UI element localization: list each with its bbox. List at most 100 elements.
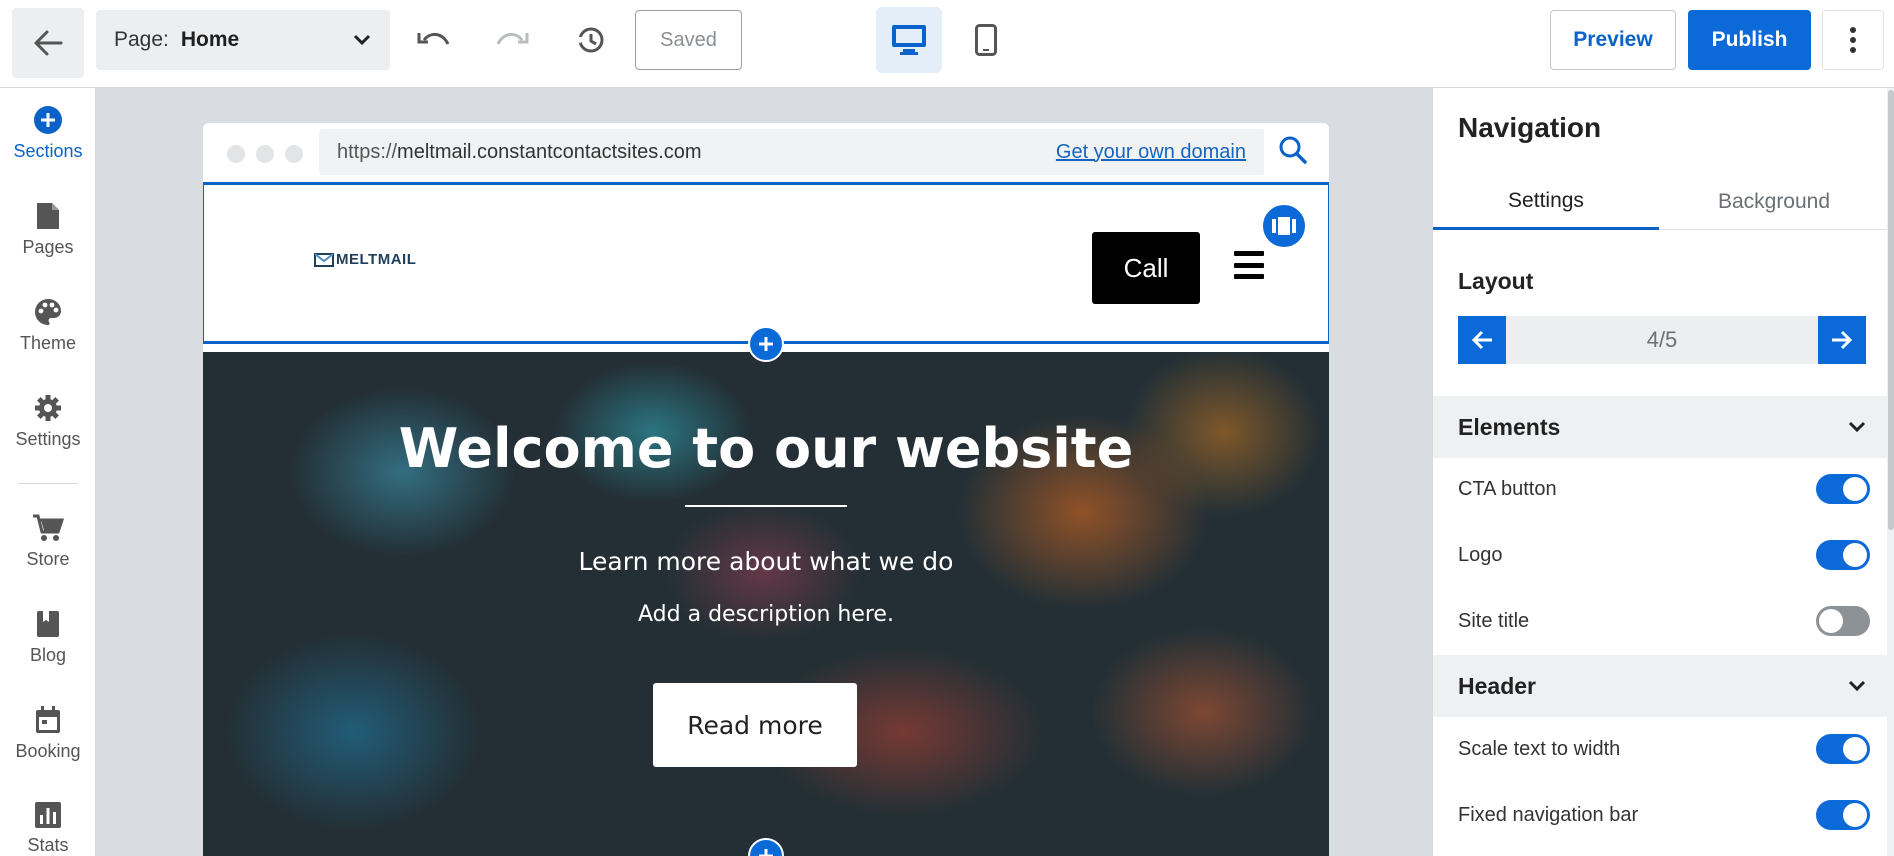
elements-title: Elements	[1458, 413, 1561, 440]
sidebar-item-label: Booking	[15, 741, 81, 761]
chevron-down-icon	[353, 34, 371, 46]
palette-icon	[35, 299, 61, 325]
header-title: Header	[1458, 672, 1536, 699]
more-vertical-icon	[1850, 27, 1856, 53]
publish-button[interactable]: Publish	[1688, 10, 1811, 70]
tab-background[interactable]: Background	[1661, 174, 1887, 230]
toggle-label: Fixed navigation bar	[1458, 803, 1639, 826]
layout-next-button[interactable]	[1818, 316, 1866, 364]
sidebar-item-label: Theme	[19, 333, 77, 353]
url-domain: meltmail.constantcontactsites.com	[397, 140, 702, 163]
panel-scrollbar[interactable]	[1887, 88, 1894, 856]
book-icon	[37, 611, 59, 637]
sidebar-item-theme[interactable]: Theme	[0, 297, 96, 354]
tab-settings[interactable]: Settings	[1433, 174, 1659, 230]
sidebar-item-pages[interactable]: Pages	[0, 201, 96, 258]
more-options-button[interactable]	[1822, 10, 1884, 70]
page-select-value: Home	[180, 28, 240, 51]
read-more-button[interactable]: Read more	[653, 683, 857, 767]
sidebar-item-booking[interactable]: Booking	[0, 705, 96, 762]
fixed-nav-toggle[interactable]	[1816, 800, 1870, 830]
undo-button[interactable]	[406, 14, 462, 66]
left-sidebar: Sections Pages Theme Settings Store Blog…	[0, 88, 96, 856]
back-button[interactable]	[12, 8, 84, 78]
desktop-icon	[892, 25, 926, 55]
sidebar-item-label: Pages	[22, 237, 74, 257]
toggle-row-scale-text: Scale text to width	[1458, 729, 1870, 769]
cta-button-toggle[interactable]	[1816, 474, 1870, 504]
elements-accordion[interactable]: Elements	[1433, 396, 1891, 458]
carousel-icon	[1272, 217, 1296, 235]
hero-divider	[685, 505, 847, 507]
browser-chrome: https:// meltmail.constantcontactsites.c…	[203, 123, 1329, 182]
sidebar-item-store[interactable]: Store	[0, 513, 96, 570]
sidebar-item-label: Sections	[13, 141, 83, 161]
layout-swap-button[interactable]	[1260, 202, 1308, 250]
undo-icon	[417, 33, 450, 45]
hero-description: Add a description here.	[638, 602, 894, 627]
panel-tabs: Settings Background	[1433, 174, 1891, 230]
redo-button[interactable]	[484, 14, 540, 66]
toggle-row-cta-button: CTA button	[1458, 469, 1870, 509]
scale-text-toggle[interactable]	[1816, 734, 1870, 764]
zoom-button[interactable]	[1278, 135, 1308, 170]
plus-circle-icon	[34, 106, 62, 134]
navigation-section[interactable]: MELTMAIL Call	[203, 182, 1329, 344]
call-button[interactable]: Call	[1092, 232, 1200, 304]
toggle-label: Site title	[1458, 609, 1530, 632]
bar-chart-icon	[35, 802, 61, 828]
window-dot	[227, 145, 245, 163]
window-dot	[285, 145, 303, 163]
header-accordion[interactable]: Header	[1433, 655, 1891, 717]
toggle-row-logo: Logo	[1458, 535, 1870, 575]
editor-canvas: https:// meltmail.constantcontactsites.c…	[96, 88, 1432, 856]
redo-icon	[496, 33, 529, 45]
sidebar-item-label: Store	[26, 549, 70, 569]
top-toolbar: Page: Home Saved Preview Publish	[0, 0, 1894, 88]
cart-icon	[33, 514, 64, 541]
page-select-label: Page:	[114, 28, 169, 51]
toggle-row-fixed-nav: Fixed navigation bar	[1458, 795, 1870, 835]
toggle-label: CTA button	[1458, 477, 1557, 500]
site-logo[interactable]: MELTMAIL	[314, 251, 416, 268]
toggle-label: Scale text to width	[1458, 737, 1621, 760]
hero-section[interactable]: Welcome to our website Learn more about …	[203, 352, 1329, 856]
hamburger-menu-icon[interactable]	[1234, 251, 1264, 279]
chevron-down-icon	[1848, 680, 1866, 692]
layout-stepper: 4/5	[1458, 316, 1866, 364]
preview-button[interactable]: Preview	[1550, 10, 1676, 70]
gear-icon	[35, 395, 61, 421]
scrollbar-thumb[interactable]	[1888, 90, 1894, 530]
site-title-toggle[interactable]	[1816, 606, 1870, 636]
hero-title: Welcome to our website	[398, 417, 1134, 480]
sidebar-item-settings[interactable]: Settings	[0, 393, 96, 450]
page-select[interactable]: Page: Home	[96, 10, 390, 70]
chevron-down-icon	[1848, 421, 1866, 433]
panel-title: Navigation	[1458, 112, 1602, 143]
sidebar-item-label: Blog	[29, 645, 67, 665]
plus-icon	[759, 849, 773, 856]
toggle-label: Logo	[1458, 543, 1503, 566]
arrow-left-icon	[1471, 330, 1492, 350]
history-button[interactable]	[562, 14, 618, 66]
calendar-icon	[36, 706, 60, 733]
sidebar-item-sections[interactable]: Sections	[0, 105, 96, 162]
toggle-row-site-title: Site title	[1458, 601, 1870, 641]
sidebar-item-blog[interactable]: Blog	[0, 609, 96, 666]
sidebar-item-label: Stats	[27, 835, 69, 855]
layout-prev-button[interactable]	[1458, 316, 1506, 364]
sidebar-divider	[18, 483, 78, 484]
site-preview-frame: https:// meltmail.constantcontactsites.c…	[203, 123, 1329, 856]
add-section-button[interactable]	[748, 326, 784, 362]
history-icon	[574, 27, 604, 53]
layout-label: Layout	[1458, 268, 1534, 294]
arrow-right-icon	[1832, 330, 1853, 350]
saved-button[interactable]: Saved	[635, 10, 742, 70]
desktop-view-button[interactable]	[876, 7, 942, 73]
search-icon	[1279, 136, 1307, 164]
mobile-view-button[interactable]	[958, 7, 1014, 73]
url-prefix: https://	[337, 140, 398, 163]
sidebar-item-stats[interactable]: Stats	[0, 801, 96, 856]
logo-toggle[interactable]	[1816, 540, 1870, 570]
get-domain-link[interactable]: Get your own domain	[1056, 141, 1246, 164]
